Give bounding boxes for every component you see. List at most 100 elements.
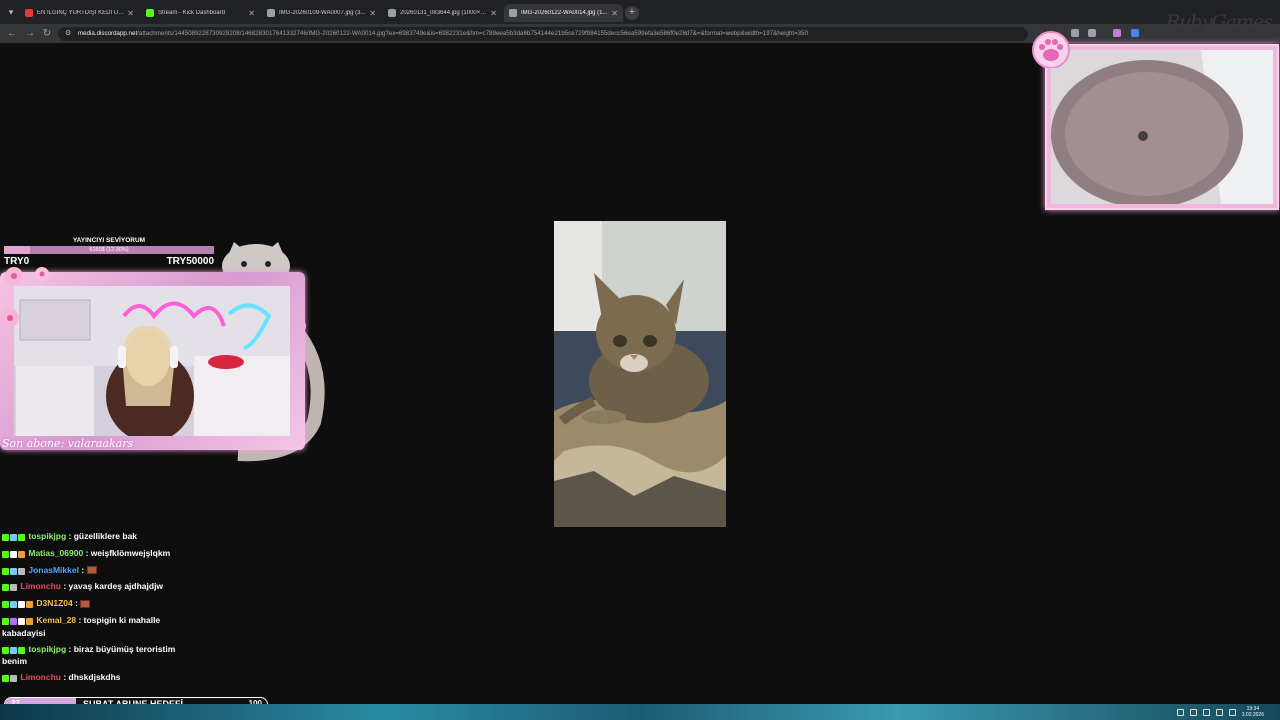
site-info-icon[interactable]: ⚙ <box>65 27 71 41</box>
tray-volume-icon[interactable] <box>1228 708 1236 716</box>
badge-icon <box>26 601 33 608</box>
badge-icon <box>10 646 17 654</box>
browser-tab[interactable]: 20260131_083644.jpg (1000×1... ✕ <box>383 4 502 22</box>
reload-icon[interactable]: ↻ <box>41 28 53 40</box>
url-host: media.discordapp.net <box>78 30 138 37</box>
chat-username[interactable]: D3N1Z04 <box>36 598 72 608</box>
extension-pen-icon[interactable] <box>1113 29 1121 37</box>
chat-separator: : <box>60 581 69 592</box>
tab-close-icon[interactable]: ✕ <box>611 9 618 18</box>
chat-username[interactable]: JonasMikkel <box>28 565 79 575</box>
cat-photo <box>554 221 726 527</box>
user-badges <box>2 643 26 655</box>
tab-title: IMG-20260122-WA0014.jpg (1... <box>521 10 608 16</box>
chat-separator: : <box>60 672 69 683</box>
tab-close-icon[interactable]: ✕ <box>127 9 134 18</box>
tab-close-icon[interactable]: ✕ <box>490 9 497 18</box>
badge-icon <box>10 601 17 608</box>
chat-message: Limonchu : yavaş kardeş ajdhajdjw <box>2 580 202 593</box>
badge-icon <box>2 584 9 592</box>
chat-text: yavaş kardeş ajdhajdjw <box>68 581 164 592</box>
chat-text: dhskdjskdhs <box>68 672 121 683</box>
chat-text: weişfklömwejşlqkm <box>90 547 171 558</box>
user-badges <box>2 564 26 576</box>
tray-chevron-icon[interactable] <box>1176 708 1184 716</box>
browser-tab-strip: ▾ EN İLGİNÇ YURTDIŞI KEDİ ÜRÜ ✕ Stream - K… <box>0 0 1280 24</box>
tab-search-menu-icon[interactable]: ▾ <box>4 6 18 19</box>
chat-username[interactable]: Matias_06900 <box>28 548 83 558</box>
user-badges <box>2 548 26 560</box>
tab-favicon-icon <box>146 9 154 17</box>
tray-display-icon[interactable] <box>1202 708 1210 716</box>
user-badges <box>2 672 18 684</box>
chat-username[interactable]: tospikjpg <box>28 531 66 541</box>
chat-message: Kemal_28 : tospigin ki mahalle kabadayis… <box>2 614 202 639</box>
badge-icon <box>2 567 9 575</box>
user-badges <box>2 598 34 610</box>
goal-progress-bar: 6150$ (12.30%) <box>4 246 214 254</box>
badge-icon <box>10 584 17 592</box>
forward-icon[interactable]: → <box>24 28 36 40</box>
tab-close-icon[interactable]: ✕ <box>248 9 255 18</box>
badge-icon <box>2 601 9 608</box>
chat-separator: : <box>76 614 84 625</box>
tab-title: EN İLGİNÇ YURTDIŞI KEDİ ÜRÜ <box>37 10 125 16</box>
new-tab-button[interactable]: + <box>625 6 639 20</box>
badge-icon <box>2 617 9 625</box>
chat-emote-icon <box>80 599 91 608</box>
tab-close-icon[interactable]: ✕ <box>369 9 376 18</box>
tab-list: EN İLGİNÇ YURTDIŞI KEDİ ÜRÜ ✕ Stream - Kic… <box>20 4 639 24</box>
badge-icon <box>18 646 25 654</box>
badge-icon <box>10 550 17 558</box>
chat-username[interactable]: Limonchu <box>20 581 61 591</box>
chat-username[interactable]: tospikjpg <box>28 644 66 654</box>
zoom-icon[interactable] <box>1071 29 1079 37</box>
chat-separator: : <box>66 531 74 541</box>
badge-icon <box>18 567 25 575</box>
back-icon[interactable]: ← <box>6 28 18 40</box>
tab-favicon-icon <box>25 9 33 17</box>
extension-blue-icon[interactable] <box>1131 29 1139 37</box>
bookmark-star-icon[interactable] <box>1088 29 1096 37</box>
chat-message: Matias_06900 : weişfklömwejşlqkm <box>2 547 202 560</box>
chat-overlay: tospikjpg : güzelliklere bak Matias_0690… <box>2 530 202 688</box>
tray-usb-icon[interactable] <box>1189 708 1197 716</box>
tab-title: 20260131_083644.jpg (1000×1... <box>400 10 488 16</box>
badge-icon <box>10 534 17 541</box>
chat-separator: : <box>78 564 87 575</box>
user-badges <box>2 531 26 543</box>
browser-tab[interactable]: Stream - Kick Dashboard ✕ <box>141 4 260 22</box>
badge-icon <box>18 550 25 558</box>
badge-icon <box>2 646 9 654</box>
paw-icon <box>1032 31 1070 68</box>
chat-username[interactable]: Limonchu <box>20 672 61 682</box>
tab-favicon-icon <box>509 9 517 17</box>
desktop-taskbar <box>0 704 1280 720</box>
chat-username[interactable]: Kemal_28 <box>36 615 76 625</box>
badge-icon <box>18 617 25 625</box>
address-bar[interactable]: ⚙ media.discordapp.net/attachments/14450… <box>58 27 1028 41</box>
chat-message: D3N1Z04 : <box>2 597 202 610</box>
tab-title: IMG-20260109-WA0007.jpg (3... <box>279 10 366 16</box>
chat-separator: : <box>72 598 81 608</box>
pet-camera-frame <box>1045 44 1279 210</box>
url-path: /attachments/1445089228730929208/1468283… <box>137 30 809 37</box>
goal-max: TRY50000 <box>166 256 214 267</box>
system-tray: 19:34 3.02.2026 <box>1176 704 1280 720</box>
sakura-flower-decoration <box>1 267 49 327</box>
tray-network-icon[interactable] <box>1215 708 1223 716</box>
user-badges <box>2 615 34 627</box>
chat-message: tospikjpg : biraz büyümüş teroristim ben… <box>2 643 202 668</box>
badge-icon <box>2 534 9 541</box>
chat-message: JonasMikkel : <box>2 564 202 577</box>
goal-progress-fill <box>4 246 30 254</box>
tab-favicon-icon <box>388 9 396 17</box>
taskbar-clock[interactable]: 19:34 3.02.2026 <box>1242 706 1264 718</box>
browser-tab[interactable]: IMG-20260122-WA0014.jpg (1... ✕ <box>504 4 623 22</box>
browser-tab[interactable]: IMG-20260109-WA0007.jpg (3... ✕ <box>262 4 381 22</box>
pet-camera-video <box>1051 50 1273 204</box>
chat-text: güzelliklere bak <box>73 531 138 541</box>
browser-tab[interactable]: EN İLGİNÇ YURTDIŞI KEDİ ÜRÜ ✕ <box>20 4 139 22</box>
tab-favicon-icon <box>267 9 275 17</box>
chat-separator: : <box>66 643 74 654</box>
